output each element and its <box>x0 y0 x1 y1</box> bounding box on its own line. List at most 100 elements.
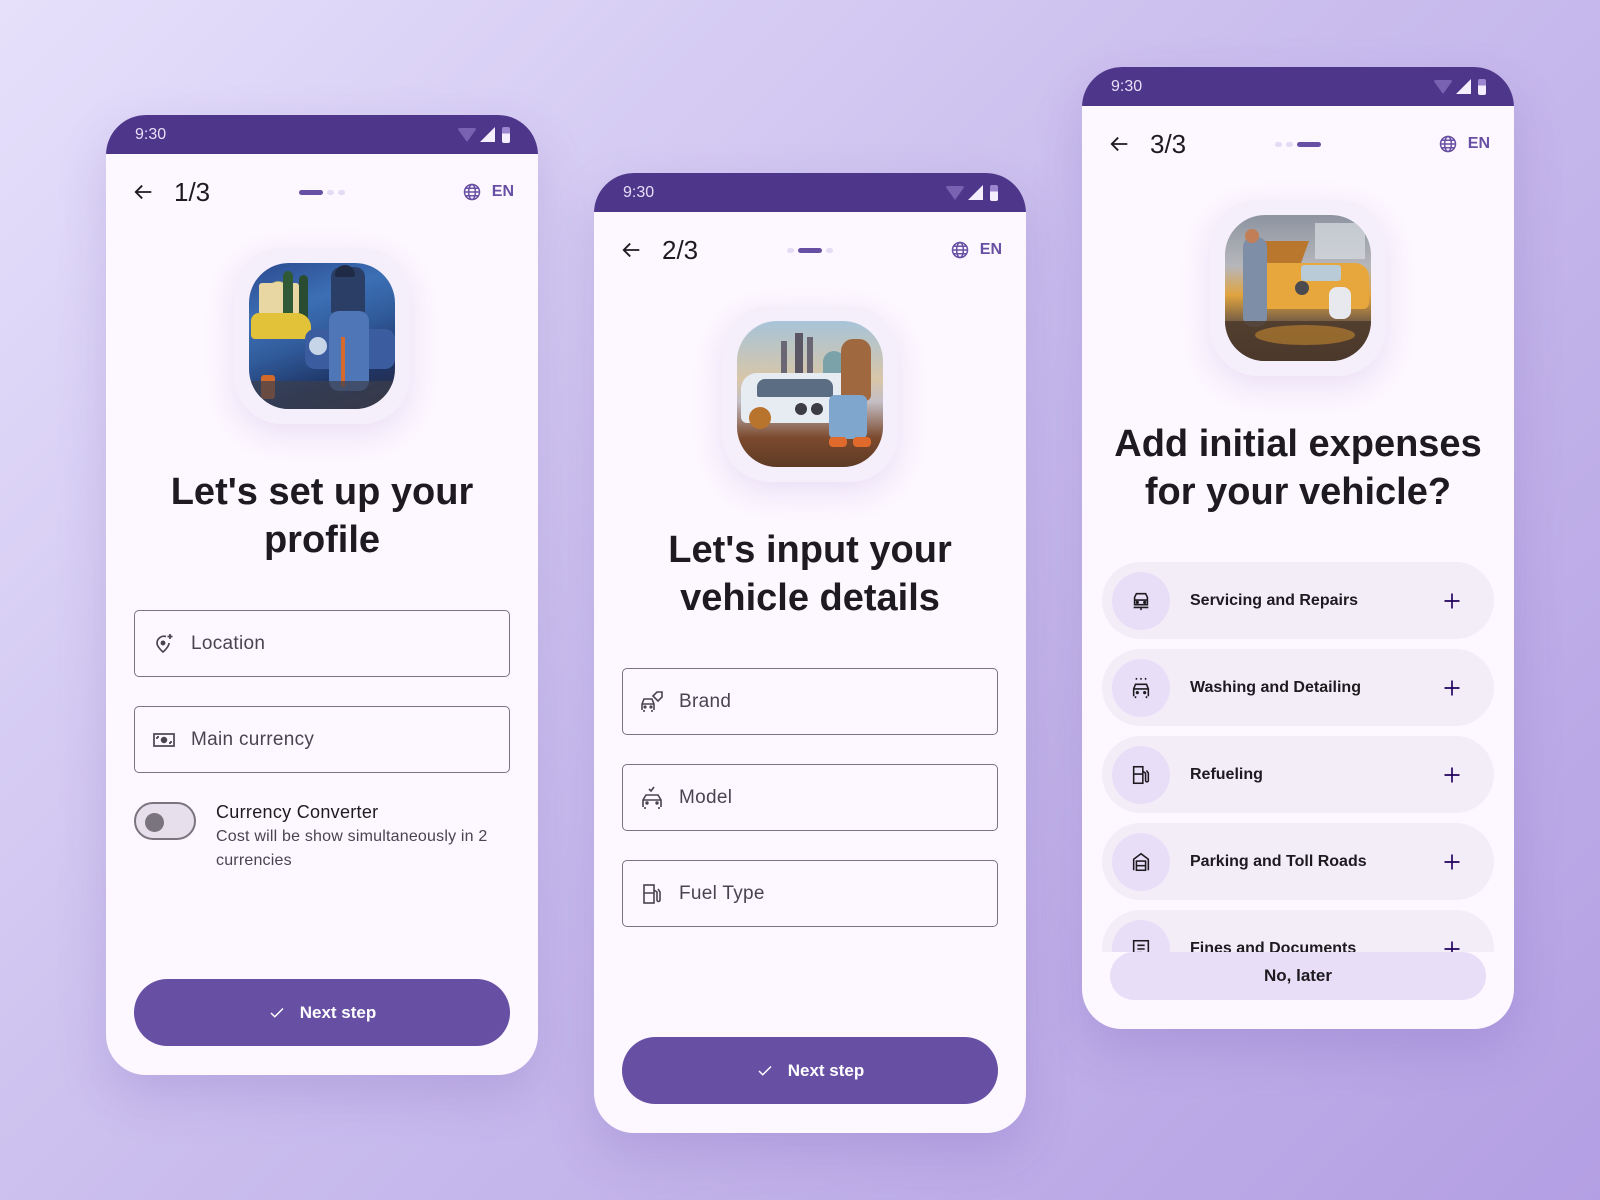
expense-label: Fines and Documents <box>1190 939 1357 953</box>
expense-label: Servicing and Repairs <box>1190 591 1359 609</box>
page-title: Add initial expenses for your vehicle? <box>1082 420 1514 516</box>
fuel-pump-icon <box>639 881 665 907</box>
page-title: Let's input your vehicle details <box>594 526 1026 622</box>
next-step-label: Next step <box>787 1060 865 1080</box>
car-wash-icon <box>1112 658 1170 717</box>
onboarding-screen-expenses: 9:30 3/3 EN Add initial expenses for you… <box>1082 67 1514 1029</box>
car-check-icon <box>639 785 665 811</box>
wifi-icon <box>945 185 965 200</box>
arrow-back-icon <box>1110 136 1128 152</box>
step-counter: 1/3 <box>174 176 211 207</box>
signal-icon <box>480 127 495 142</box>
expense-item-washing[interactable]: Washing and Detailing <box>1102 649 1494 726</box>
no-later-button[interactable]: No, later <box>1110 952 1486 1000</box>
expense-label: Refueling <box>1190 765 1263 783</box>
step-counter: 3/3 <box>1150 128 1187 159</box>
status-bar: 9:30 <box>1082 67 1514 106</box>
main-currency-placeholder: Main currency <box>191 728 315 750</box>
page-dot-active <box>1297 141 1321 147</box>
step-counter: 2/3 <box>662 234 699 265</box>
expense-label: Parking and Toll Roads <box>1190 852 1367 870</box>
page-dot <box>787 247 794 253</box>
hero-image <box>737 321 883 467</box>
hero-image <box>249 263 395 409</box>
status-time: 9:30 <box>1111 77 1143 95</box>
title-line-2: vehicle details <box>680 577 940 619</box>
car-tag-icon <box>639 689 665 715</box>
currency-converter-switch[interactable] <box>134 802 196 840</box>
add-location-icon <box>151 631 177 657</box>
check-icon <box>758 1065 772 1076</box>
language-code: EN <box>979 241 1002 258</box>
garage-icon <box>1112 832 1170 891</box>
next-step-button[interactable]: Next step <box>622 1037 998 1104</box>
battery-icon <box>1478 78 1486 95</box>
expense-label: Washing and Detailing <box>1190 678 1361 696</box>
globe-icon <box>951 241 969 259</box>
battery-icon <box>502 126 510 143</box>
wifi-icon <box>1433 79 1453 94</box>
back-button[interactable] <box>130 178 158 206</box>
next-step-button[interactable]: Next step <box>134 979 510 1046</box>
page-dot <box>327 189 334 195</box>
arrow-back-icon <box>622 242 640 258</box>
hero-image-container <box>1082 200 1514 376</box>
signal-icon <box>1456 79 1471 94</box>
add-icon[interactable] <box>1432 581 1472 621</box>
location-field[interactable]: Location <box>134 610 510 677</box>
page-dot-active <box>798 247 822 253</box>
fuel-type-field[interactable]: Fuel Type <box>622 860 998 927</box>
arrow-back-icon <box>134 184 152 200</box>
page-indicator <box>1275 141 1321 147</box>
status-bar: 9:30 <box>594 173 1026 212</box>
title-line-1: Add initial expenses <box>1114 423 1482 465</box>
next-step-label: Next step <box>299 1002 377 1022</box>
add-icon[interactable] <box>1432 929 1472 952</box>
page-dot <box>338 189 345 195</box>
language-selector[interactable]: EN <box>462 182 514 202</box>
hero-image-container <box>594 306 1026 482</box>
status-bar: 9:30 <box>106 115 538 154</box>
model-placeholder: Model <box>679 786 733 808</box>
back-button[interactable] <box>1106 130 1134 158</box>
status-icons <box>457 126 510 143</box>
page-dot-active <box>299 189 323 195</box>
brand-field[interactable]: Brand <box>622 668 998 735</box>
expense-item-fines[interactable]: Fines and Documents <box>1102 910 1494 952</box>
title-line-1: Let's set up your <box>170 471 474 513</box>
currency-converter-subtitle: Cost will be show simultaneously in 2 cu… <box>216 828 488 869</box>
add-icon[interactable] <box>1432 842 1472 882</box>
main-currency-field[interactable]: Main currency <box>134 706 510 773</box>
language-selector[interactable]: EN <box>1438 134 1490 154</box>
expense-category-list[interactable]: Servicing and Repairs Washing and Detail… <box>1082 562 1514 952</box>
currency-converter-row: Currency Converter Cost will be show sim… <box>106 802 538 873</box>
car-repair-icon <box>1112 571 1170 630</box>
add-icon[interactable] <box>1432 668 1472 708</box>
brand-placeholder: Brand <box>679 690 732 712</box>
expense-item-refueling[interactable]: Refueling <box>1102 736 1494 813</box>
add-icon[interactable] <box>1432 755 1472 795</box>
status-time: 9:30 <box>623 183 655 201</box>
language-code: EN <box>1467 135 1490 152</box>
top-app-bar: 1/3 EN <box>106 154 538 230</box>
currency-converter-title: Currency Converter <box>216 802 379 822</box>
expense-item-servicing[interactable]: Servicing and Repairs <box>1102 562 1494 639</box>
top-app-bar: 2/3 EN <box>594 212 1026 288</box>
page-dot <box>1275 141 1282 147</box>
top-app-bar: 3/3 EN <box>1082 106 1514 182</box>
switch-knob <box>145 813 164 832</box>
back-button[interactable] <box>618 236 646 264</box>
battery-icon <box>990 184 998 201</box>
hero-image-container <box>106 248 538 424</box>
model-field[interactable]: Model <box>622 764 998 831</box>
check-icon <box>270 1007 284 1018</box>
language-code: EN <box>491 183 514 200</box>
page-title: Let's set up your profile <box>106 468 538 564</box>
onboarding-screen-vehicle: 9:30 2/3 EN Let's input your vehicle det… <box>594 173 1026 1133</box>
expense-item-parking[interactable]: Parking and Toll Roads <box>1102 823 1494 900</box>
vehicle-form: Brand Model Fuel Type <box>594 668 1026 927</box>
page-indicator <box>299 189 345 195</box>
language-selector[interactable]: EN <box>950 240 1002 260</box>
no-later-label: No, later <box>1263 966 1333 985</box>
profile-form: Location Main currency <box>106 610 538 773</box>
